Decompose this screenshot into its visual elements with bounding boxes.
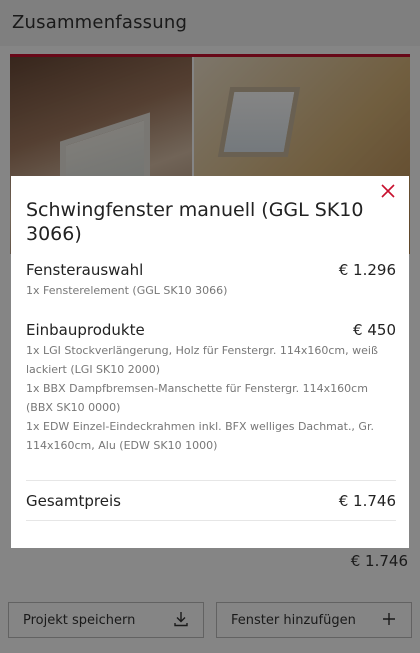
- section-item: 1x BBX Dampfbremsen-Manschette für Fenst…: [26, 382, 368, 414]
- close-icon[interactable]: [377, 180, 399, 202]
- installation-products-section: Einbauprodukte € 450 1x LGI Stockverläng…: [26, 321, 396, 455]
- section-label: Einbauprodukte: [26, 321, 145, 339]
- total-price: € 1.746: [338, 492, 396, 510]
- total-label: Gesamtpreis: [26, 492, 121, 510]
- total-row: Gesamtpreis € 1.746: [26, 492, 396, 510]
- divider: [26, 480, 396, 481]
- section-label: Fensterauswahl: [26, 261, 144, 279]
- window-selection-section: Fensterauswahl € 1.296 1x Fensterelement…: [26, 261, 396, 300]
- section-item: 1x EDW Einzel-Eindeckrahmen inkl. BFX we…: [26, 420, 374, 452]
- section-item: 1x Fensterelement (GGL SK10 3066): [26, 284, 228, 297]
- section-price: € 1.296: [338, 261, 396, 279]
- modal-title: Schwingfenster manuell (GGL SK10 3066): [26, 199, 364, 245]
- section-item: 1x LGI Stockverlängerung, Holz für Fenst…: [26, 344, 378, 376]
- price-detail-modal: Schwingfenster manuell (GGL SK10 3066) F…: [11, 176, 409, 548]
- section-price: € 450: [353, 321, 396, 339]
- divider: [26, 520, 396, 521]
